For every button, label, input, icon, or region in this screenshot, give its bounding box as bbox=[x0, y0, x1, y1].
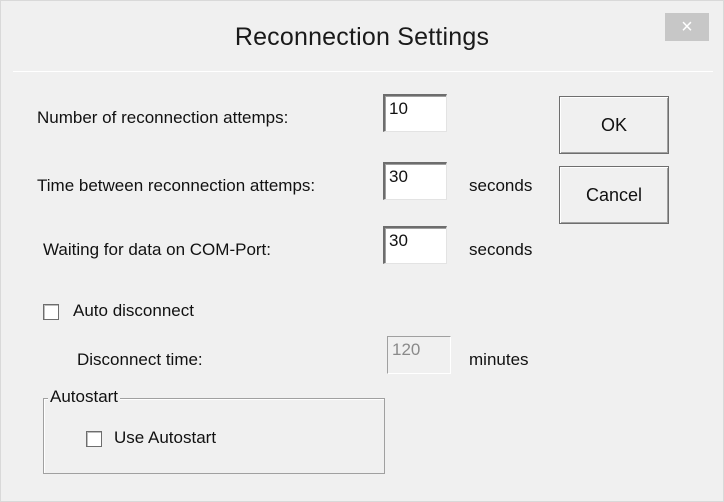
disconnect-time-unit: minutes bbox=[469, 350, 529, 369]
autostart-group: Autostart Use Autostart bbox=[43, 387, 385, 474]
waiting-data-unit: seconds bbox=[469, 240, 533, 259]
waiting-data-label: Waiting for data on COM-Port: bbox=[43, 240, 272, 259]
time-between-unit: seconds bbox=[469, 176, 533, 195]
use-autostart-checkbox[interactable] bbox=[86, 431, 102, 447]
use-autostart-label: Use Autostart bbox=[114, 428, 217, 447]
disconnect-time-input: 120 bbox=[387, 336, 451, 374]
reconnection-attempts-input[interactable]: 10 bbox=[383, 94, 447, 132]
close-button[interactable]: × bbox=[665, 13, 709, 41]
ok-button[interactable]: OK bbox=[559, 96, 669, 154]
auto-disconnect-label: Auto disconnect bbox=[73, 301, 194, 320]
dialog-body: Number of reconnection attemps: 10 Time … bbox=[13, 71, 713, 492]
auto-disconnect-checkbox[interactable] bbox=[43, 304, 59, 320]
time-between-attempts-label: Time between reconnection attemps: bbox=[37, 176, 316, 195]
cancel-button[interactable]: Cancel bbox=[559, 166, 669, 224]
waiting-data-input[interactable]: 30 bbox=[383, 226, 447, 264]
dialog-title: Reconnection Settings bbox=[234, 23, 490, 51]
reconnection-settings-dialog: Reconnection Settings × Number of reconn… bbox=[0, 0, 724, 502]
disconnect-time-label: Disconnect time: bbox=[77, 350, 203, 369]
autostart-group-label: Autostart bbox=[48, 387, 121, 407]
reconnection-attempts-label: Number of reconnection attemps: bbox=[37, 108, 289, 127]
close-icon: × bbox=[681, 16, 693, 38]
time-between-attempts-input[interactable]: 30 bbox=[383, 162, 447, 200]
